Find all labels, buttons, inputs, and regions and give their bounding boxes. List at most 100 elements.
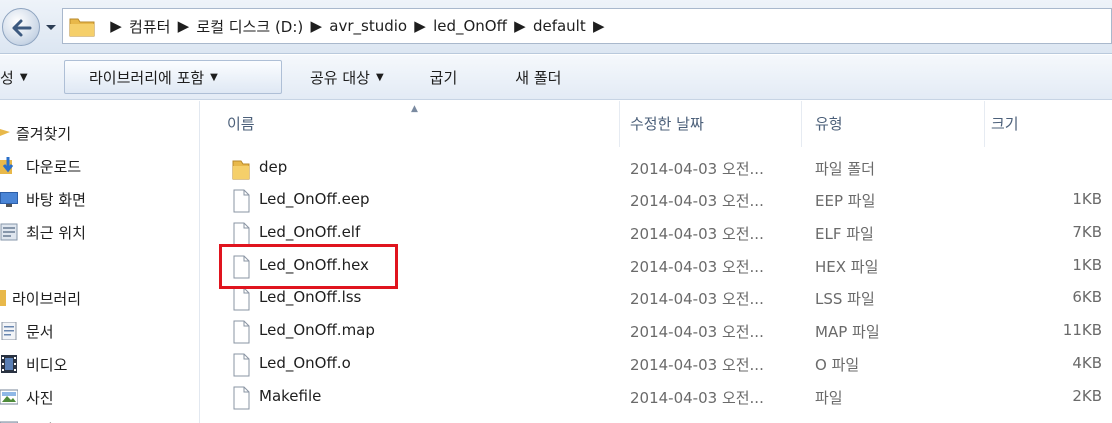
file-row[interactable]: Makefile 2014-04-03 오전... 파일 2KB — [201, 382, 1112, 414]
file-type: LSS 파일 — [815, 290, 875, 308]
breadcrumb-item[interactable]: 로컬 디스크 (D:) — [196, 16, 303, 37]
file-date: 2014-04-03 오전... — [630, 389, 764, 407]
nav-item-recent[interactable]: 최근 위치 — [0, 218, 86, 246]
chevron-down-icon: ▼ — [210, 71, 218, 83]
file-row[interactable]: dep 2014-04-03 오전... 파일 폴더 — [201, 153, 1112, 185]
nav-item-libraries[interactable]: 라이브러리 — [0, 284, 81, 312]
file-date: 2014-04-03 오전... — [630, 225, 764, 243]
nav-item-desktop[interactable]: 바탕 화면 — [0, 185, 86, 213]
breadcrumb-arrow-icon[interactable]: ▶ — [309, 17, 323, 35]
desktop-icon — [0, 189, 18, 209]
back-arrow-icon — [12, 19, 32, 37]
file-name: Makefile — [259, 387, 322, 405]
breadcrumb-arrow-icon[interactable]: ▶ — [109, 17, 123, 35]
file-date: 2014-04-03 오전... — [630, 258, 764, 276]
share-with-button[interactable]: 공유 대상 ▼ — [300, 60, 394, 94]
file-size: 11KB — [1062, 321, 1102, 339]
column-header-size[interactable]: 크기 — [991, 113, 1019, 137]
file-size: 2KB — [1072, 387, 1102, 405]
highlight-box — [219, 244, 398, 289]
file-date: 2014-04-03 오전... — [630, 356, 764, 374]
file-icon — [233, 189, 250, 213]
new-folder-label: 새 폴더 — [515, 68, 562, 87]
share-label: 공유 대상 — [310, 68, 370, 87]
breadcrumb-arrow-icon[interactable]: ▶ — [413, 17, 427, 35]
nav-item-favorites[interactable]: 즐겨찾기 — [0, 119, 71, 147]
organize-label: 성 — [0, 68, 14, 87]
organize-button[interactable]: 성 ▼ — [0, 60, 58, 94]
nav-item-label: 비디오 — [26, 355, 68, 374]
file-name: dep — [259, 158, 288, 176]
burn-label: 굽기 — [429, 68, 458, 87]
column-header-row: ▲ 이름 수정한 날짜 유형 크기 — [201, 101, 1112, 147]
file-row[interactable]: Led_OnOff.map 2014-04-03 오전... MAP 파일 11… — [201, 316, 1112, 348]
file-type: O 파일 — [815, 356, 860, 374]
file-date: 2014-04-03 오전... — [630, 323, 764, 341]
column-divider[interactable] — [619, 101, 620, 147]
nav-item-label: 라이브러리 — [12, 289, 82, 308]
video-icon — [0, 354, 18, 374]
breadcrumb: ▶ 컴퓨터 ▶ 로컬 디스크 (D:) ▶ avr_studio ▶ led_O… — [103, 16, 612, 37]
breadcrumb-item[interactable]: led_OnOff — [433, 17, 507, 35]
back-button[interactable] — [2, 8, 40, 46]
breadcrumb-item[interactable]: avr_studio — [329, 17, 407, 35]
file-size: 6KB — [1072, 288, 1102, 306]
breadcrumb-item[interactable]: default — [533, 17, 586, 35]
folder-icon — [69, 18, 95, 37]
file-type: ELF 파일 — [815, 225, 874, 243]
burn-button[interactable]: 굽기 — [420, 60, 468, 94]
nav-item-label: 음악 — [26, 419, 54, 423]
address-field[interactable]: ▶ 컴퓨터 ▶ 로컬 디스크 (D:) ▶ avr_studio ▶ led_O… — [62, 8, 1112, 44]
nav-item-pictures[interactable]: 사진 — [0, 383, 54, 411]
file-name: Led_OnOff.map — [259, 321, 375, 339]
file-icon — [233, 386, 250, 410]
nav-item-label: 사진 — [26, 388, 54, 407]
picture-icon — [0, 387, 18, 407]
document-icon — [0, 321, 18, 341]
file-row[interactable]: Led_OnOff.o 2014-04-03 오전... O 파일 4KB — [201, 349, 1112, 381]
nav-item-music[interactable]: 음악 — [0, 415, 54, 423]
column-divider[interactable] — [984, 101, 985, 147]
file-row[interactable]: Led_OnOff.eep 2014-04-03 오전... EEP 파일 1K… — [201, 185, 1112, 217]
file-size: 4KB — [1072, 354, 1102, 372]
file-size: 1KB — [1072, 256, 1102, 274]
chevron-down-icon: ▼ — [19, 71, 28, 83]
file-name: Led_OnOff.o — [259, 354, 351, 372]
nav-item-label: 최근 위치 — [26, 223, 86, 242]
breadcrumb-item[interactable]: 컴퓨터 — [129, 16, 170, 37]
chevron-down-icon: ▼ — [375, 71, 384, 83]
file-type: MAP 파일 — [815, 323, 880, 341]
breadcrumb-arrow-icon[interactable]: ▶ — [592, 17, 606, 35]
file-type: EEP 파일 — [815, 192, 876, 210]
file-icon — [233, 287, 250, 311]
column-header-type[interactable]: 유형 — [815, 113, 843, 137]
nav-item-downloads[interactable]: 다운로드 — [0, 152, 81, 180]
include-in-library-button[interactable]: 라이브러리에 포함 ▼ — [64, 60, 282, 94]
breadcrumb-arrow-icon[interactable]: ▶ — [513, 17, 527, 35]
new-folder-button[interactable]: 새 폴더 — [505, 60, 571, 94]
file-type: HEX 파일 — [815, 258, 879, 276]
nav-item-label: 바탕 화면 — [26, 190, 86, 209]
sort-ascending-icon: ▲ — [411, 104, 418, 114]
nav-item-label: 다운로드 — [26, 157, 82, 176]
file-name: Led_OnOff.elf — [259, 223, 361, 241]
address-bar-area: ▶ 컴퓨터 ▶ 로컬 디스크 (D:) ▶ avr_studio ▶ led_O… — [0, 0, 1112, 54]
command-bar: 성 ▼ 라이브러리에 포함 ▼ 공유 대상 ▼ 굽기 새 폴더 — [0, 55, 1112, 100]
recent-places-icon — [0, 222, 18, 242]
history-dropdown-icon[interactable] — [44, 20, 58, 34]
music-icon — [0, 419, 18, 423]
nav-item-videos[interactable]: 비디오 — [0, 350, 67, 378]
column-header-date[interactable]: 수정한 날짜 — [630, 113, 704, 137]
column-header-name[interactable]: 이름 — [227, 113, 255, 137]
download-folder-icon — [0, 156, 16, 176]
breadcrumb-arrow-icon[interactable]: ▶ — [176, 17, 190, 35]
nav-item-documents[interactable]: 문서 — [0, 317, 54, 345]
column-divider[interactable] — [801, 101, 802, 147]
file-type: 파일 폴더 — [815, 160, 875, 178]
folder-icon — [232, 160, 250, 180]
library-icon — [0, 288, 6, 308]
file-icon — [233, 222, 250, 246]
nav-item-label: 즐겨찾기 — [16, 124, 72, 143]
file-date: 2014-04-03 오전... — [630, 160, 764, 178]
file-name: Led_OnOff.lss — [259, 288, 362, 306]
